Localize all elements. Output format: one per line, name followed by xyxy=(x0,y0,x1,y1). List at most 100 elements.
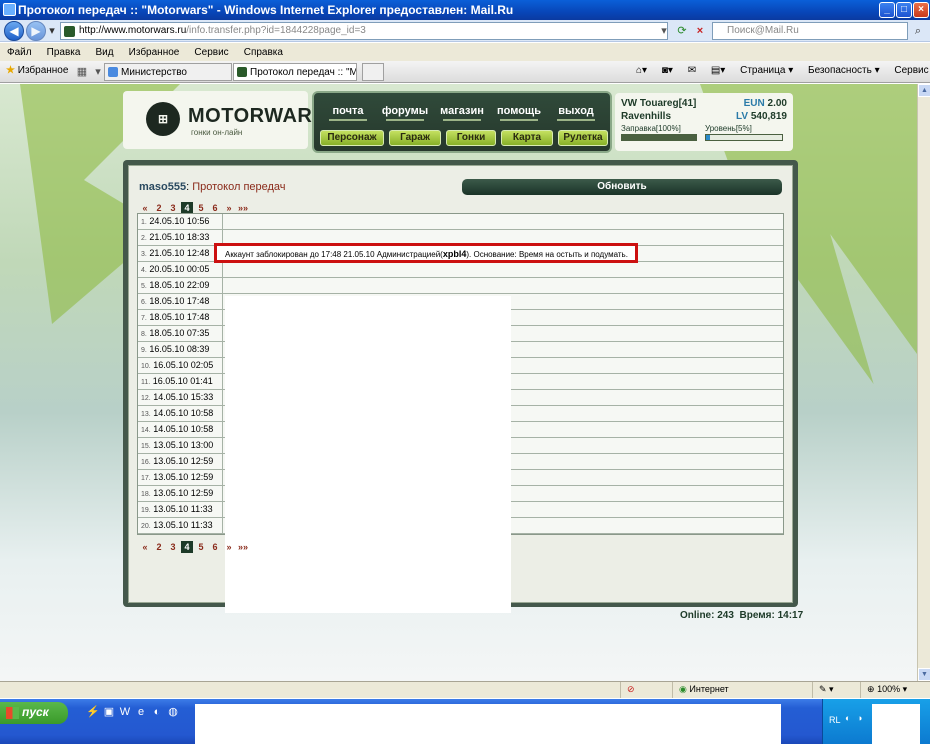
content-panel: maso555: Протокол передач Обновить «2 3 4 5… xyxy=(123,160,798,613)
quick-tabs-icon[interactable]: ▦ xyxy=(74,64,90,80)
tray-volume-icon[interactable]: ◑ xyxy=(857,713,862,723)
search-input[interactable]: Поиск@Mail.Ru xyxy=(712,22,908,40)
vertical-scrollbar[interactable]: ▲ ▼ xyxy=(917,84,930,681)
pager-page-5[interactable]: 5 xyxy=(195,542,207,552)
scroll-up-icon[interactable]: ▲ xyxy=(918,84,930,97)
pager-page-6[interactable]: 6 xyxy=(209,542,221,552)
site-logo[interactable]: ⊞ MOTORWARS.RU гонки он-лайн xyxy=(123,91,362,149)
rss-icon[interactable]: ◙▾ xyxy=(662,65,673,76)
stop-icon[interactable]: × xyxy=(692,23,708,39)
home-icon[interactable]: ⌂▾ xyxy=(636,65,647,76)
protected-mode-icon[interactable]: ✎ ▾ xyxy=(812,682,860,698)
row-date: 10. 16.05.10 02:05 xyxy=(138,358,223,373)
tab-transfer-log[interactable]: Протокол передач :: "M... xyxy=(233,63,357,81)
minimize-button[interactable]: _ xyxy=(879,2,895,18)
row-number: 12. xyxy=(141,395,151,402)
pager-page-2[interactable]: 2 xyxy=(153,542,165,552)
pager-first[interactable]: « xyxy=(139,203,151,213)
command-bar: ⌂▾ ◙▾ ✉ ▤▾ Страница ▾ Безопасность ▾ Сер… xyxy=(624,65,930,76)
row-datetime: 16.05.10 08:39 xyxy=(149,344,210,354)
nav-logout[interactable]: выход xyxy=(550,105,602,121)
zoom-control[interactable]: ⊕ 100% ▾ xyxy=(860,682,917,698)
refresh-page-icon[interactable]: ⟳ xyxy=(674,23,690,39)
nav-shop[interactable]: магазин xyxy=(436,105,488,121)
safety-menu[interactable]: Безопасность ▾ xyxy=(808,65,880,76)
pager-page-6[interactable]: 6 xyxy=(209,203,221,213)
pager-next[interactable]: » xyxy=(223,203,235,213)
tools-menu[interactable]: Сервис ▾ xyxy=(894,65,930,76)
menu-tools[interactable]: Сервис xyxy=(194,47,228,58)
row-number: 19. xyxy=(141,507,151,514)
tray-network-icon[interactable]: ◐ xyxy=(845,713,850,723)
history-dropdown-icon[interactable]: ▾ xyxy=(44,23,60,39)
security-zone[interactable]: ◉ Интернет xyxy=(672,682,812,698)
pager-next[interactable]: » xyxy=(223,542,235,552)
city-name: Ravenhills xyxy=(621,111,672,122)
row-datetime: 16.05.10 02:05 xyxy=(153,360,214,370)
tab-ministry[interactable]: Министерство xyxy=(104,63,232,81)
btn-character[interactable]: Персонаж xyxy=(320,130,384,146)
pager-last[interactable]: »» xyxy=(237,203,249,213)
btn-roulette[interactable]: Рулетка xyxy=(558,130,608,146)
nav-forums[interactable]: форумы xyxy=(379,105,431,121)
forward-arrow-icon[interactable]: ▶ xyxy=(26,21,46,41)
pager-last[interactable]: »» xyxy=(237,542,249,552)
quicklaunch-word-icon[interactable]: W xyxy=(118,705,132,719)
pager-page-3[interactable]: 3 xyxy=(167,203,179,213)
menu-favorites[interactable]: Избранное xyxy=(129,47,180,58)
server-time: 14:17 xyxy=(777,610,804,621)
window-titlebar: Протокол передач :: "Motorwars" - Window… xyxy=(0,0,930,20)
menu-view[interactable]: Вид xyxy=(96,47,114,58)
username[interactable]: maso555 xyxy=(139,181,186,193)
quicklaunch-app-icon[interactable]: ◐ xyxy=(150,705,164,719)
tab-label: Министерство xyxy=(121,67,187,78)
quicklaunch-torrent-icon[interactable]: ⚡ xyxy=(86,705,100,719)
row-number: 3. xyxy=(141,251,147,258)
row-date: 19. 13.05.10 11:33 xyxy=(138,502,223,517)
address-bar[interactable]: http://www.motorwars.ru/info.transfer.ph… xyxy=(60,22,668,40)
pager-page-3[interactable]: 3 xyxy=(167,542,179,552)
maximize-button[interactable]: □ xyxy=(896,2,912,18)
start-button[interactable]: пуск xyxy=(0,702,68,724)
account-blocked-notice: Аккаунт заблокирован до 17:48 21.05.10 А… xyxy=(214,243,638,263)
page-menu[interactable]: Страница ▾ xyxy=(740,65,793,76)
nav-mail[interactable]: почта xyxy=(322,105,374,121)
back-arrow-icon[interactable]: ◀ xyxy=(4,21,24,41)
pager-page-5[interactable]: 5 xyxy=(195,203,207,213)
language-indicator[interactable]: RL xyxy=(829,715,841,725)
menu-edit[interactable]: Правка xyxy=(47,47,81,58)
address-dropdown-icon[interactable]: ▾ xyxy=(656,23,672,39)
favorites-button[interactable]: ★ Избранное xyxy=(6,65,68,76)
print-icon[interactable]: ▤▾ xyxy=(711,65,725,76)
car-name[interactable]: VW Touareg[41] xyxy=(621,98,696,109)
pager-first[interactable]: « xyxy=(139,542,151,552)
favorites-bar: ★ Избранное ▦ ▾ Министерство Протокол пе… xyxy=(0,61,930,83)
row-number: 9. xyxy=(141,347,147,354)
new-tab-button[interactable] xyxy=(362,63,384,81)
row-date: 7. 18.05.10 17:48 xyxy=(138,310,223,325)
level-bar xyxy=(705,134,783,141)
mail-icon[interactable]: ✉ xyxy=(688,65,696,76)
close-button[interactable]: × xyxy=(913,2,929,18)
refresh-button[interactable]: Обновить xyxy=(462,179,782,195)
notice-admin[interactable]: xpbl4 xyxy=(443,249,467,259)
row-date: 3. 21.05.10 12:48 xyxy=(138,246,223,261)
online-status: Online: 243 Время: 14:17 xyxy=(680,610,803,621)
privacy-icon[interactable]: ⊘ xyxy=(620,682,672,698)
scroll-down-icon[interactable]: ▼ xyxy=(918,668,930,681)
btn-map[interactable]: Карта xyxy=(501,130,553,146)
quicklaunch-ie-icon[interactable]: e xyxy=(134,705,148,719)
notice-suffix: ). Основание: Время на остыть и подумать… xyxy=(466,250,628,259)
menu-help[interactable]: Справка xyxy=(244,47,283,58)
menu-file[interactable]: Файл xyxy=(7,47,32,58)
pager-page-2[interactable]: 2 xyxy=(153,203,165,213)
search-icon[interactable]: ⌕ xyxy=(910,23,926,39)
row-number: 16. xyxy=(141,459,151,466)
fuel-bar-fill xyxy=(622,135,696,140)
row-datetime: 13.05.10 12:59 xyxy=(153,472,214,482)
btn-garage[interactable]: Гараж xyxy=(389,130,441,146)
btn-races[interactable]: Гонки xyxy=(446,130,496,146)
quicklaunch-firefox-icon[interactable]: ◍ xyxy=(166,705,180,719)
quicklaunch-desktop-icon[interactable]: ▣ xyxy=(102,705,116,719)
nav-help[interactable]: помощь xyxy=(493,105,545,121)
